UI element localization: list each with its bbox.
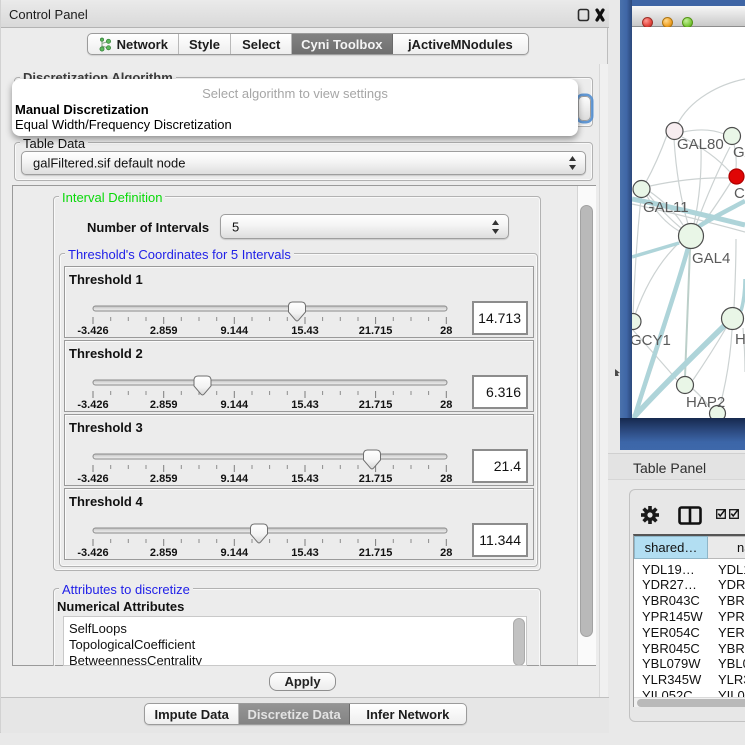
svg-text:2.859: 2.859	[150, 325, 178, 337]
svg-text:GAL4: GAL4	[692, 250, 730, 267]
svg-text:2.859: 2.859	[150, 473, 178, 485]
svg-text:21.715: 21.715	[359, 547, 393, 559]
svg-text:21.715: 21.715	[359, 473, 393, 485]
svg-text:15.43: 15.43	[291, 473, 319, 485]
svg-text:21.715: 21.715	[359, 325, 393, 337]
svg-text:GAL80: GAL80	[677, 136, 724, 153]
svg-text:HAP2: HAP2	[686, 394, 725, 411]
svg-text:GAL11: GAL11	[643, 199, 689, 216]
svg-text:9.144: 9.144	[221, 325, 249, 337]
svg-text:-3.426: -3.426	[77, 399, 108, 411]
svg-text:28: 28	[440, 399, 452, 411]
svg-text:28: 28	[440, 325, 452, 337]
svg-text:GCY1: GCY1	[632, 332, 671, 349]
svg-text:-3.426: -3.426	[77, 325, 108, 337]
svg-text:9.144: 9.144	[221, 399, 249, 411]
svg-text:9.144: 9.144	[221, 473, 249, 485]
svg-text:-3.426: -3.426	[77, 473, 108, 485]
svg-text:15.43: 15.43	[291, 399, 319, 411]
svg-text:-3.426: -3.426	[77, 547, 108, 559]
svg-text:2.859: 2.859	[150, 399, 178, 411]
svg-text:21.715: 21.715	[359, 399, 393, 411]
svg-text:C: C	[734, 185, 745, 202]
svg-text:GAL: GAL	[733, 144, 745, 161]
svg-text:28: 28	[440, 473, 452, 485]
svg-text:28: 28	[440, 547, 452, 559]
svg-text:15.43: 15.43	[291, 547, 319, 559]
svg-text:HAP: HAP	[735, 331, 745, 348]
svg-text:9.144: 9.144	[221, 547, 249, 559]
svg-text:15.43: 15.43	[291, 325, 319, 337]
svg-text:2.859: 2.859	[150, 547, 178, 559]
